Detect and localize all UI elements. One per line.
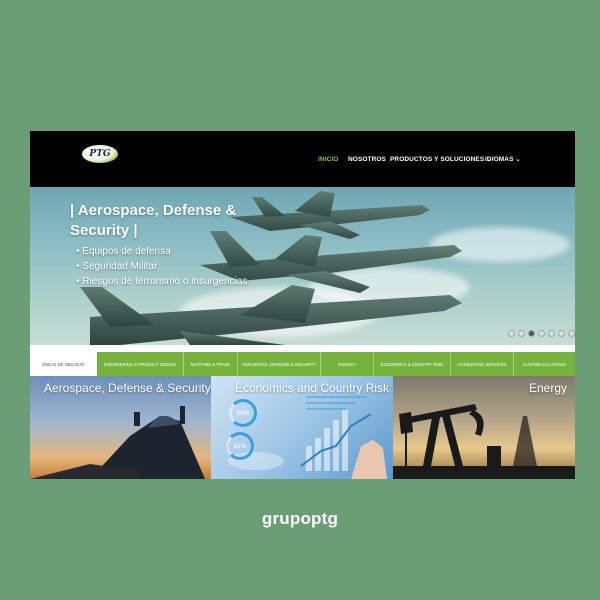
- tab-aerospace-defense-security[interactable]: AEROSPACE, DEFENSE & SECURITY: [238, 352, 321, 376]
- site-caption: grupoptg: [261, 509, 339, 528]
- percentage-ring: 62%: [226, 432, 254, 460]
- panel-title: Aerospace, Defense & Security: [44, 381, 211, 395]
- list-item: • Equipos de defensa: [76, 246, 171, 257]
- slider-dot[interactable]: [538, 330, 545, 337]
- tab-maritime-trade[interactable]: MARITIME & TRADE: [184, 352, 238, 376]
- slider-dot[interactable]: [558, 330, 565, 337]
- slider-pagination: [508, 330, 575, 337]
- hero-bullet-list: • Equipos de defensa • Seguridad Militar…: [76, 244, 247, 289]
- nav-item-label: PRODUCTOS Y SOLUCIONES: [390, 156, 485, 163]
- panel-aerospace[interactable]: Aerospace, Defense & Security: [30, 376, 211, 479]
- list-item: • Riesgos de terrorismo o insurgencias: [76, 276, 248, 287]
- slider-dot[interactable]: [528, 330, 535, 337]
- nav-item-nosotros[interactable]: NOSOTROS: [348, 156, 386, 163]
- tab-consulting-services[interactable]: CONSULTING SERVICES: [451, 352, 514, 376]
- hero-slider[interactable]: | Aerospace, Defense & Security | • Equi…: [30, 187, 575, 345]
- slider-dot[interactable]: [568, 330, 575, 337]
- slider-dot[interactable]: [518, 330, 525, 337]
- list-item: • Seguridad Militar: [76, 261, 158, 272]
- site-header: PTG INICIO NOSOTROS PRODUCTOS Y SOLUCION…: [30, 131, 575, 187]
- nav-item-idiomas[interactable]: IDIOMAS ⌄: [485, 156, 521, 163]
- panel-title: Economics and Country Risk: [235, 381, 390, 395]
- nav-item-label: IDIOMAS: [485, 156, 514, 163]
- nav-item-inicio[interactable]: INICIO: [318, 156, 338, 163]
- main-nav: INICIO NOSOTROS PRODUCTOS Y SOLUCIONES ⌄ …: [30, 156, 575, 168]
- tab-energy[interactable]: ENERGY: [321, 352, 374, 376]
- tab-economics-country-risk[interactable]: ECONOMICS & COUNTRY RISK: [374, 352, 451, 376]
- slider-dot[interactable]: [508, 330, 515, 337]
- hero-title: | Aerospace, Defense & Security |: [70, 202, 237, 239]
- website-screenshot: PTG INICIO NOSOTROS PRODUCTOS Y SOLUCION…: [30, 131, 575, 479]
- chevron-down-icon: ⌄: [515, 157, 521, 163]
- tab-engineering-product-design[interactable]: ENGINEERING & PRODUCT DESIGN: [97, 352, 184, 376]
- slider-dot[interactable]: [548, 330, 555, 337]
- business-lines-tabbar: LÍNEAS DE NEGOCIO ENGINEERING & PRODUCT …: [30, 352, 575, 377]
- panel-economics[interactable]: 86% 62% Economics and Country Risk: [211, 376, 393, 479]
- nav-item-productos-y-soluciones[interactable]: PRODUCTOS Y SOLUCIONES ⌄: [390, 156, 491, 163]
- panel-title: Energy: [529, 381, 568, 395]
- panel-energy[interactable]: Energy: [393, 376, 575, 479]
- percentage-ring: 86%: [229, 399, 257, 427]
- tab-custom-solutions[interactable]: CUSTOM SOLUTIONS: [514, 352, 575, 376]
- tab-lineas-de-negocio[interactable]: LÍNEAS DE NEGOCIO: [30, 352, 97, 376]
